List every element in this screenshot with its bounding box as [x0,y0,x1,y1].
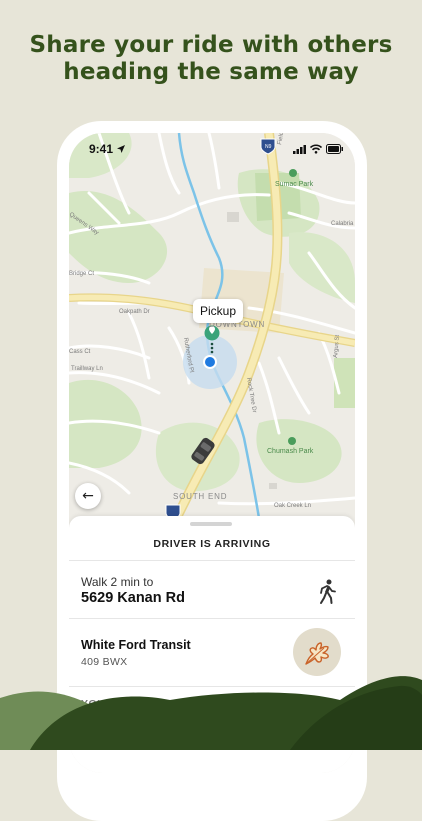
signal-icon [293,145,306,154]
your-trip-heading: YOUR TRIP [81,698,143,710]
divider [69,560,355,561]
map-label-sumac-park: Sumac Park [275,181,314,188]
map-label-traillway: Traillway Ln [71,366,103,372]
walk-duration: Walk 2 min to [81,575,154,589]
oak-leaf-icon [305,642,329,665]
map-label-calabria: Calabria [331,221,354,227]
bottom-sheet[interactable]: DRIVER IS ARRIVING Walk 2 min to 5629 Ka… [69,516,355,773]
pickup-address: 5629 Kanan Rd [81,590,185,606]
map-label-south-end: SOUTH END [173,492,227,501]
pickup-label[interactable]: Pickup [193,299,243,323]
headline-line-2: heading the same way [63,59,359,85]
walking-person-icon [320,579,336,604]
battery-icon [326,144,343,154]
user-location-dot-icon [203,355,217,369]
sheet-handle[interactable] [190,522,232,526]
status-bar: 9:41 [69,133,355,167]
divider [69,686,355,687]
divider [69,618,355,619]
map-label-chumash-park: Chumash Park [267,448,314,455]
map[interactable]: DOWNTOWN SOUTH END Sumac Park Chumash Pa… [69,133,355,533]
headline: Share your ride with others heading the … [0,32,422,86]
driver-status-title: DRIVER IS ARRIVING [153,538,271,550]
headline-line-1: Share your ride with others [29,32,393,58]
location-arrow-icon [117,145,125,153]
driver-avatar[interactable] [293,628,341,676]
back-arrow-icon: ← [82,488,94,504]
wifi-icon [310,144,322,154]
map-label-bridge: Bridge Ct [69,271,94,277]
map-label-oakpath: Oakpath Dr [119,309,150,315]
map-label-cass: Cass Ct [69,349,91,355]
status-time: 9:41 [89,142,114,156]
map-label-oak-creek: Oak Creek Ln [274,503,311,509]
phone-screen: DOWNTOWN SOUTH END Sumac Park Chumash Pa… [69,133,355,773]
back-button[interactable]: ← [75,483,101,509]
vehicle-name: White Ford Transit [81,638,191,652]
license-plate: 409 BWX [81,656,128,668]
